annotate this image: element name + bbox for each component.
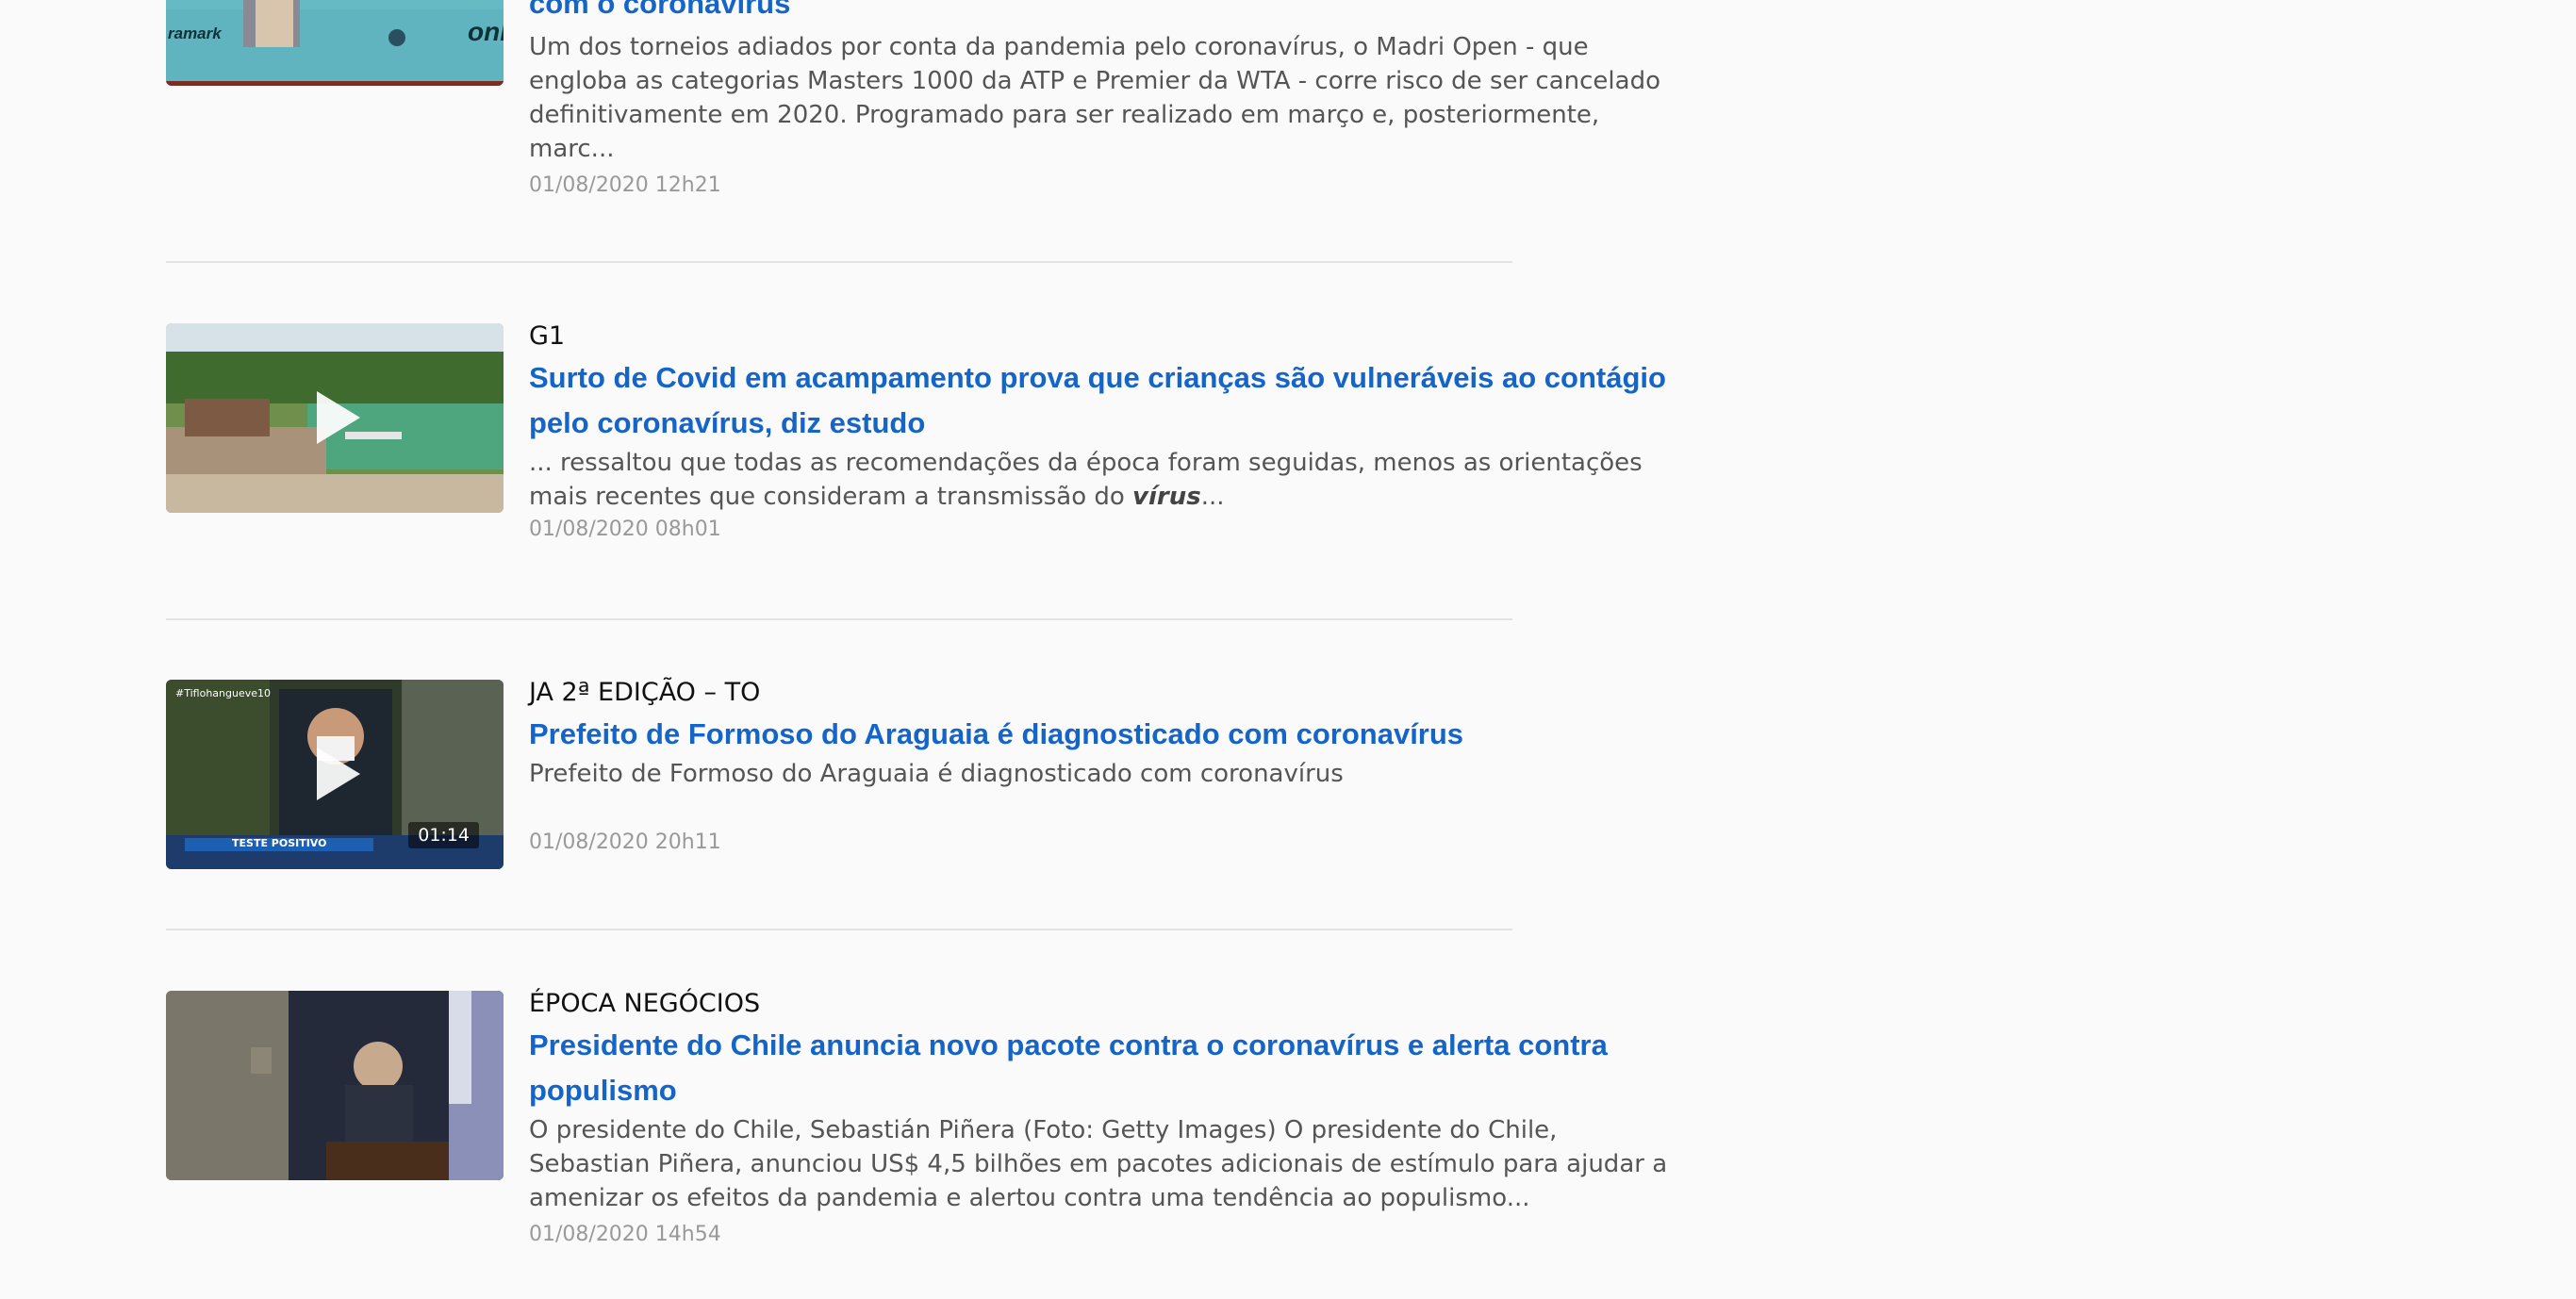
highlight-term: vírus: [1132, 483, 1201, 511]
news-date: 01/08/2020 12h21: [529, 173, 721, 197]
play-icon: [317, 391, 360, 444]
news-summary: Prefeito de Formoso do Araguaia é diagno…: [529, 760, 1344, 788]
news-title[interactable]: Surto de Covid em acampamento prova que …: [529, 355, 1670, 446]
thumb-caption-text: TESTE POSITIVO: [232, 837, 327, 849]
thumb-hashtag-text: #Tiflohangueve10: [175, 687, 271, 699]
news-source: G1: [529, 321, 566, 351]
news-thumbnail[interactable]: [166, 991, 504, 1180]
news-thumbnail[interactable]: ramark onl: [166, 0, 504, 86]
divider: [166, 618, 1512, 620]
thumb-sponsor-text-2: onl: [468, 17, 504, 46]
news-date: 01/08/2020 14h54: [529, 1223, 721, 1246]
news-thumbnail[interactable]: #Tiflohangueve10 TESTE POSITIVO 01:14: [166, 680, 504, 869]
news-source: JA 2ª EDIÇÃO – TO: [529, 678, 761, 707]
video-duration: 01:14: [408, 822, 479, 848]
play-icon: [317, 748, 360, 800]
thumb-sponsor-text: ramark: [168, 25, 222, 42]
news-summary: O presidente do Chile, Sebastián Piñera …: [529, 1116, 1668, 1212]
news-title[interactable]: com o coronavírus: [529, 0, 1670, 26]
news-summary: Um dos torneios adiados por conta da pan…: [529, 33, 1660, 163]
divider: [166, 929, 1512, 930]
news-summary: ... ressaltou que todas as recomendações…: [529, 449, 1643, 511]
news-title[interactable]: Presidente do Chile anuncia novo pacote …: [529, 1023, 1670, 1113]
news-date: 01/08/2020 20h11: [529, 830, 721, 854]
news-title[interactable]: Prefeito de Formoso do Araguaia é diagno…: [529, 712, 1670, 757]
divider: [166, 261, 1512, 263]
news-date: 01/08/2020 08h01: [529, 518, 721, 541]
news-thumbnail[interactable]: [166, 323, 504, 513]
news-source: ÉPOCA NEGÓCIOS: [529, 989, 761, 1018]
